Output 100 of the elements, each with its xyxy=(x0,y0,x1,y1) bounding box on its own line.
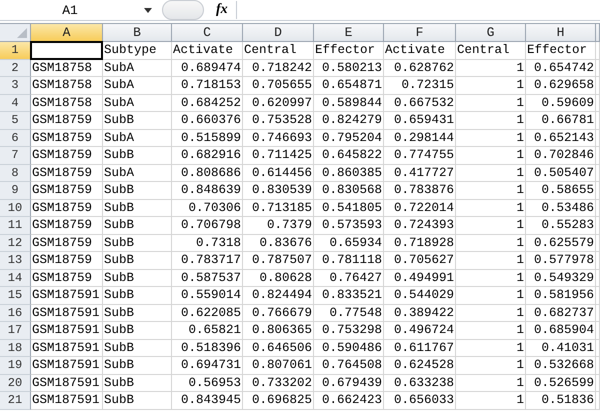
table-cell-text: 0.830539 xyxy=(250,182,313,198)
row-header[interactable]: 1 xyxy=(0,42,31,60)
row-header[interactable]: 5 xyxy=(0,112,31,130)
row-header[interactable]: 3 xyxy=(0,77,31,94)
table-cell-text: 0.652143 xyxy=(532,130,595,146)
table-cell-text: 0.682737 xyxy=(532,304,595,321)
table-cell-text: 1 xyxy=(515,357,525,374)
table-cell-text: 0.624528 xyxy=(392,357,455,374)
table-cell-text: SubA xyxy=(103,130,136,146)
table-cell-text: 0.766679 xyxy=(250,304,313,321)
table-cell-text: 0.733202 xyxy=(250,374,313,391)
table-cell-text: Subtype xyxy=(103,42,158,58)
table-cell-text: SubB xyxy=(103,340,136,356)
row-header[interactable]: 7 xyxy=(0,147,31,164)
row-header[interactable]: 8 xyxy=(0,164,31,182)
table-cell-text: 0.66781 xyxy=(540,112,595,128)
table-cell-text: 1 xyxy=(515,252,525,268)
row-header[interactable]: 12 xyxy=(0,234,31,252)
table-cell-text: 0.77548 xyxy=(328,304,383,321)
row-header[interactable]: 20 xyxy=(0,374,31,392)
row-header[interactable]: 6 xyxy=(0,130,31,147)
table-cell-text: 0.622085 xyxy=(180,304,242,321)
column-header[interactable]: C xyxy=(172,24,243,42)
column-header[interactable]: B xyxy=(103,24,172,42)
table-cell-text: SubB xyxy=(103,322,136,338)
table-cell-text: Effector xyxy=(314,42,376,58)
table-cell-text: SubB xyxy=(103,112,136,128)
table-cell-text: 0.620997 xyxy=(250,94,313,111)
table-cell-text: 0.764508 xyxy=(320,357,383,374)
row-header[interactable]: 21 xyxy=(0,392,31,410)
row-header[interactable]: 9 xyxy=(0,182,31,200)
table-cell-text: 0.660376 xyxy=(180,112,242,128)
table-cell-text: 0.59609 xyxy=(540,94,595,111)
table-cell-text: 0.646506 xyxy=(250,340,313,356)
column-header[interactable]: A xyxy=(31,24,103,42)
table-cell-text: 1 xyxy=(515,200,525,216)
table-cell-text: 0.532668 xyxy=(532,357,595,374)
active-cell[interactable] xyxy=(30,41,103,60)
table-cell-text: 0.56953 xyxy=(187,374,242,391)
column-header[interactable]: H xyxy=(526,24,596,42)
table-cell-text: GSM187591 xyxy=(31,374,101,391)
table-cell-text: 0.55283 xyxy=(540,217,595,234)
table-cell-text: 0.496724 xyxy=(392,322,455,338)
table-cell-text: GSM18759 xyxy=(31,200,94,216)
table-cell-text: 0.577978 xyxy=(532,252,595,268)
table-cell-text: SubB xyxy=(103,200,136,216)
name-box[interactable]: A1 xyxy=(0,2,140,18)
table-cell-text: SubB xyxy=(103,392,136,408)
table-cell-text: 0.806365 xyxy=(250,322,313,338)
row-header[interactable]: 2 xyxy=(0,60,31,77)
select-all-corner[interactable] xyxy=(0,24,31,42)
table-cell-text: 0.625579 xyxy=(532,234,595,251)
table-cell-text: 0.694731 xyxy=(180,357,242,374)
column-header[interactable]: F xyxy=(384,24,456,42)
row-header[interactable]: 4 xyxy=(0,94,31,112)
table-cell-text: 0.718242 xyxy=(250,60,313,76)
table-cell-text: 0.689474 xyxy=(180,60,242,76)
column-header[interactable]: E xyxy=(314,24,384,42)
table-cell-text: GSM18759 xyxy=(31,112,94,128)
table-cell-text: 0.645822 xyxy=(320,147,383,164)
row-header[interactable]: 17 xyxy=(0,322,31,340)
column-header[interactable]: D xyxy=(243,24,314,42)
row-header[interactable]: 13 xyxy=(0,252,31,270)
table-cell-text: GSM18759 xyxy=(31,270,94,286)
table-cell-text: 0.580213 xyxy=(320,60,383,76)
table-cell-text: 0.783876 xyxy=(392,182,455,198)
row-header[interactable]: 16 xyxy=(0,304,31,322)
insert-function-button[interactable]: fx xyxy=(216,2,228,18)
row-header[interactable]: 14 xyxy=(0,270,31,287)
table-cell-text: 0.41031 xyxy=(540,340,595,356)
table-cell-text: 1 xyxy=(515,270,525,286)
table-cell-text: SubB xyxy=(103,304,136,321)
table-cell-text: 0.722014 xyxy=(392,200,455,216)
table-cell-text: 0.53486 xyxy=(540,200,595,216)
table-cell-text: 0.824494 xyxy=(250,287,313,304)
row-header[interactable]: 19 xyxy=(0,357,31,374)
table-cell-text: 0.781118 xyxy=(320,252,383,268)
table-cell-text: GSM18759 xyxy=(31,130,94,146)
table-cell-text: 0.724393 xyxy=(392,217,455,234)
row-header[interactable]: 11 xyxy=(0,217,31,234)
resize-handle[interactable] xyxy=(162,0,204,20)
table-cell-text: 0.544029 xyxy=(392,287,455,304)
table-cell-text: 0.705655 xyxy=(250,77,313,94)
table-cell-text: 0.713185 xyxy=(250,200,313,216)
row-header[interactable]: 18 xyxy=(0,340,31,357)
table-cell-text: 0.65821 xyxy=(187,322,242,338)
table-cell-text: 0.833521 xyxy=(320,287,383,304)
dropdown-caret-icon[interactable] xyxy=(144,8,152,12)
table-cell-text: GSM187591 xyxy=(31,357,101,374)
table-cell-text: SubB xyxy=(103,234,136,251)
table-cell-text: 1 xyxy=(515,340,525,356)
row-header[interactable]: 15 xyxy=(0,287,31,304)
table-cell-text: 0.7318 xyxy=(194,234,242,251)
row-header[interactable]: 10 xyxy=(0,200,31,217)
table-cell-text: 0.656033 xyxy=(392,392,455,408)
table-cell-text: 0.587537 xyxy=(180,270,242,286)
table-cell-text: SubB xyxy=(103,182,136,198)
column-header[interactable]: G xyxy=(456,24,526,42)
table-cell-text: SubA xyxy=(103,77,136,94)
table-cell-text: 0.702846 xyxy=(532,147,595,164)
